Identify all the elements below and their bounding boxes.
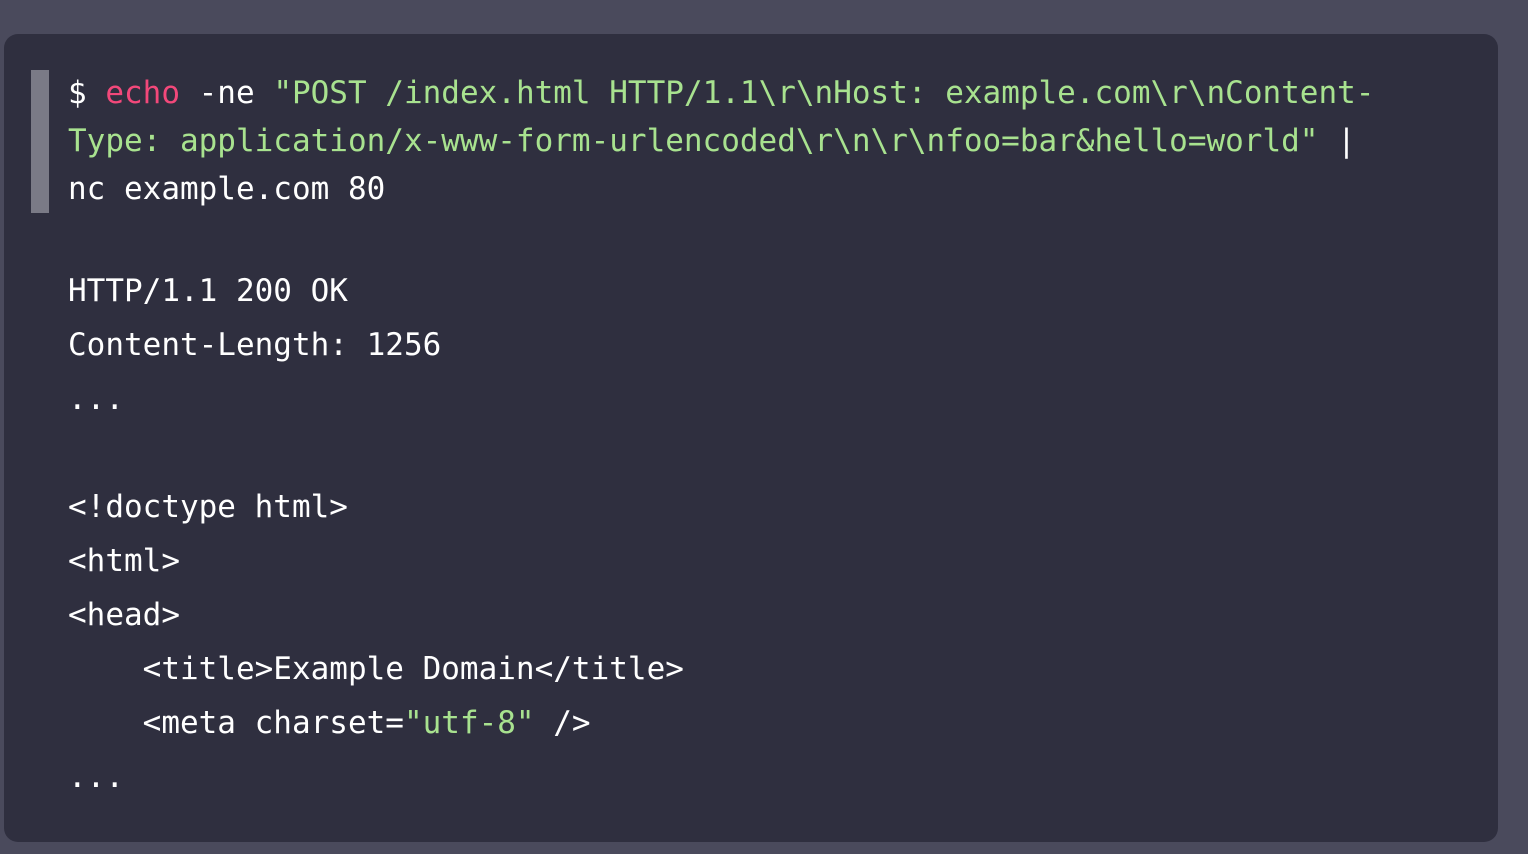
command-string-part-2: Type: application/x-www-form-urlencoded\…	[68, 123, 1319, 159]
output-content-length: Content-Length: 1256	[68, 327, 442, 363]
command-string-part-1: "POST /index.html HTTP/1.1\r\nHost: exam…	[273, 75, 1375, 111]
output-ellipsis-2: ...	[68, 759, 124, 795]
command-flag: -ne	[179, 75, 274, 111]
meta-prefix: <meta charset=	[68, 705, 404, 741]
output-ellipsis-1: ...	[68, 381, 124, 417]
pipe-symbol: |	[1318, 123, 1356, 159]
output-head-open: <head>	[68, 597, 180, 633]
command-keyword: echo	[105, 75, 180, 111]
command-line-1: $ echo -ne "POST /index.html HTTP/1.1\r\…	[68, 78, 1374, 109]
command-marker-bar	[31, 70, 49, 213]
prompt-symbol: $	[68, 75, 106, 111]
command-line-3: nc example.com 80	[68, 171, 386, 207]
output-doctype: <!doctype html>	[68, 489, 348, 525]
command-line-2: Type: application/x-www-form-urlencoded\…	[68, 126, 1356, 157]
meta-value: "utf-8"	[403, 705, 535, 741]
output-html-open: <html>	[68, 543, 180, 579]
meta-suffix: />	[534, 705, 591, 741]
output-title-line: <title>Example Domain</title>	[68, 651, 684, 687]
output-status-line: HTTP/1.1 200 OK	[68, 273, 348, 309]
output-meta-line: <meta charset="utf-8" />	[68, 708, 591, 739]
